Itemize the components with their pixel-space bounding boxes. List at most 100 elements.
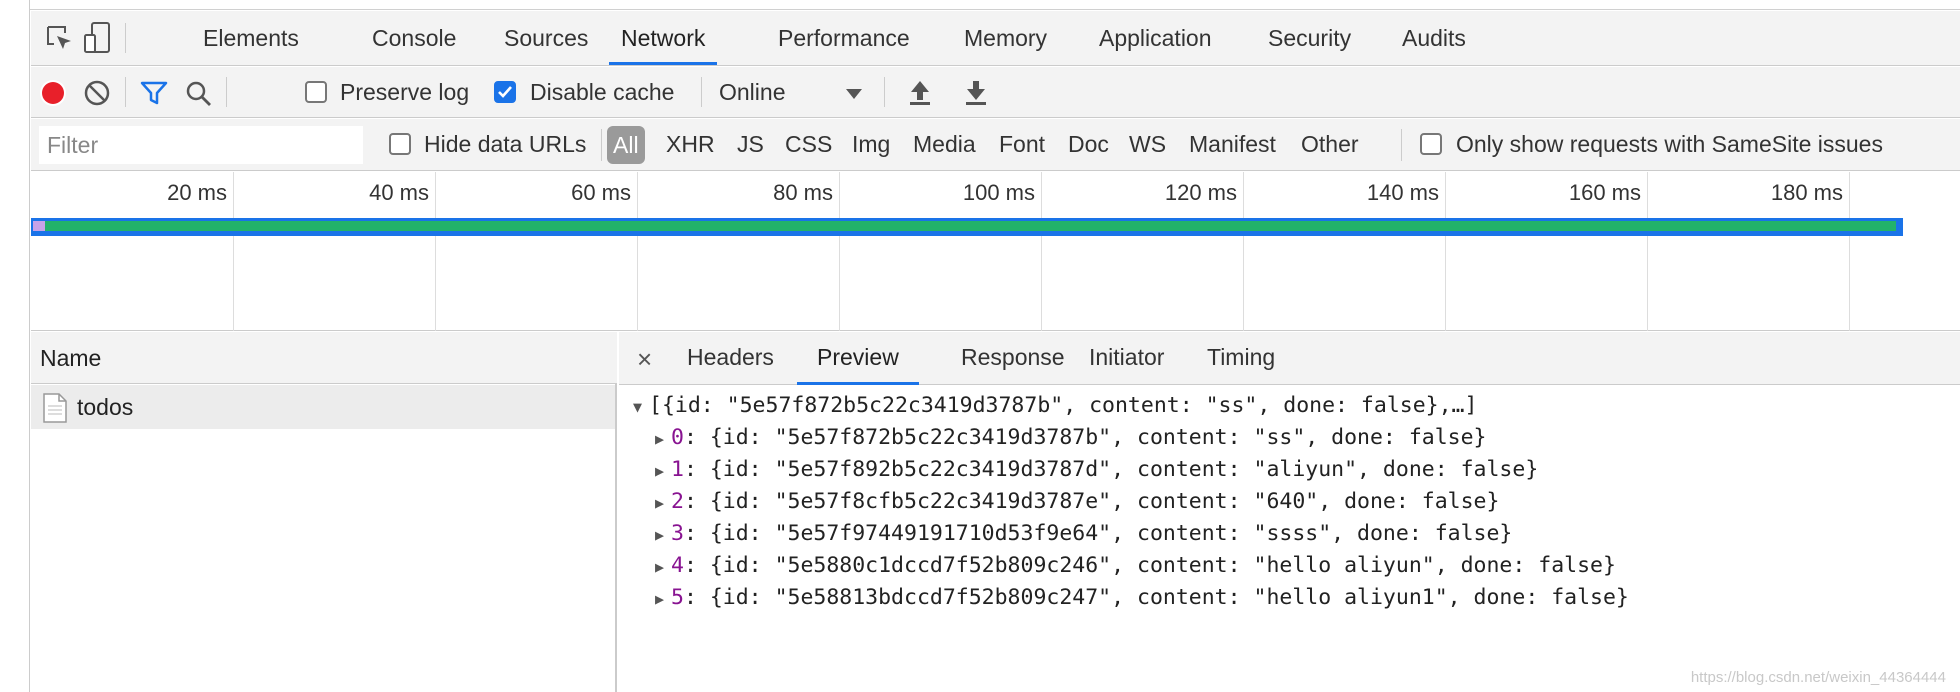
filter-bar: Hide data URLs All XHR JS CSS Img Media Font Do…: [31, 119, 1960, 171]
timeline-tick-label: 40 ms: [369, 180, 429, 205]
chevron-down-icon[interactable]: [845, 87, 863, 105]
device-toolbar-icon[interactable]: [83, 21, 113, 60]
json-key: 0: [671, 425, 684, 450]
detail-tab-initiator[interactable]: Initiator: [1069, 332, 1184, 385]
hide-data-urls-label: Hide data URLs: [424, 131, 587, 157]
export-har-icon[interactable]: [963, 78, 989, 111]
import-har-icon[interactable]: [907, 78, 933, 111]
json-item[interactable]: ▶ 3: {id: "5e57f97449191710d53f9e64", con…: [655, 518, 1512, 550]
filter-type-xhr[interactable]: XHR: [666, 131, 715, 158]
tab-elements[interactable]: Elements: [191, 11, 311, 65]
collapsed-triangle-icon: ▶: [655, 590, 665, 608]
timeline-gridline: [637, 172, 638, 331]
preserve-log-checkbox[interactable]: [305, 81, 327, 103]
timeline-overview[interactable]: 20 ms 40 ms 60 ms 80 ms 100 ms 120 ms 140 ms 16…: [31, 172, 1960, 331]
timeline-tick-label: 160 ms: [1568, 180, 1641, 205]
tab-console[interactable]: Console: [360, 11, 468, 65]
filter-type-doc[interactable]: Doc: [1068, 131, 1109, 158]
json-colon: :: [683, 553, 710, 578]
request-row[interactable]: todos: [31, 385, 615, 429]
tab-network[interactable]: Network: [609, 11, 718, 65]
detail-tab-bar: × Headers Preview Response Initiator Timing: [619, 332, 1960, 385]
samesite-checkbox[interactable]: [1420, 133, 1442, 155]
tab-security[interactable]: Security: [1256, 11, 1363, 65]
filter-type-font[interactable]: Font: [999, 131, 1045, 158]
clear-icon[interactable]: [84, 80, 110, 111]
filter-type-other[interactable]: Other: [1301, 131, 1359, 158]
samesite-label: Only show requests with SameSite issues: [1456, 131, 1883, 157]
filter-type-all[interactable]: All: [607, 126, 645, 164]
hide-data-urls-checkbox[interactable]: [389, 133, 411, 155]
json-value: {id: "5e57f8cfb5c22c3419d3787e", content…: [709, 489, 1500, 514]
json-colon: :: [683, 585, 710, 610]
inspect-element-icon[interactable]: [45, 24, 75, 59]
tab-sources[interactable]: Sources: [492, 11, 600, 65]
json-item[interactable]: ▶ 0: {id: "5e57f872b5c22c3419d3787b", con…: [655, 422, 1487, 454]
page-gutter: [0, 0, 30, 692]
collapsed-triangle-icon: ▶: [655, 526, 665, 544]
detail-tab-headers[interactable]: Headers: [667, 332, 794, 385]
collapsed-triangle-icon: ▶: [655, 462, 665, 480]
collapsed-triangle-icon: ▶: [655, 558, 665, 576]
name-column-header[interactable]: Name: [31, 332, 617, 384]
timeline-tick-label: 140 ms: [1366, 180, 1439, 205]
json-key: 1: [671, 457, 684, 482]
tab-application[interactable]: Application: [1087, 11, 1224, 65]
timeline-tick-label: 60 ms: [571, 180, 631, 205]
devtools-tab-bar: Elements Console Sources Network Performance…: [31, 11, 1960, 66]
json-value: {id: "5e57f97449191710d53f9e64", content…: [709, 521, 1513, 546]
search-icon[interactable]: [185, 80, 213, 113]
detail-tab-timing[interactable]: Timing: [1187, 332, 1295, 385]
json-item[interactable]: ▶ 4: {id: "5e5880c1dccd7f52b809c246", con…: [655, 550, 1616, 582]
toolbar-divider: [125, 77, 126, 107]
window-top-edge: [0, 0, 1960, 10]
json-item[interactable]: ▶ 1: {id: "5e57f892b5c22c3419d3787d", con…: [655, 454, 1538, 486]
timeline-gridline: [1849, 172, 1850, 331]
json-colon: :: [683, 425, 710, 450]
detail-tab-preview[interactable]: Preview: [797, 332, 919, 385]
json-item[interactable]: ▶ 2: {id: "5e57f8cfb5c22c3419d3787e", con…: [655, 486, 1499, 518]
filter-type-img[interactable]: Img: [852, 131, 890, 158]
request-detail: × Headers Preview Response Initiator Timing …: [619, 332, 1960, 692]
json-colon: :: [683, 521, 710, 546]
timeline-gridline: [1647, 172, 1648, 331]
collapsed-triangle-icon: ▶: [655, 430, 665, 448]
request-name: todos: [77, 394, 134, 420]
collapsed-triangle-icon: ▶: [655, 494, 665, 512]
network-toolbar: Preserve log Disable cache Online: [31, 67, 1960, 118]
filter-type-media[interactable]: Media: [913, 131, 976, 158]
json-item[interactable]: ▶ 5: {id: "5e58813bdccd7f52b809c247", con…: [655, 582, 1629, 614]
json-colon: :: [683, 457, 710, 482]
tab-audits[interactable]: Audits: [1390, 11, 1478, 65]
json-value: {id: "5e57f892b5c22c3419d3787d", content…: [709, 457, 1539, 482]
tab-bar-divider: [125, 23, 126, 53]
watermark: https://blog.csdn.net/weixin_44364444: [1690, 669, 1946, 686]
request-list: Name todos: [31, 332, 617, 692]
json-key: 5: [671, 585, 684, 610]
tab-performance[interactable]: Performance: [766, 11, 922, 65]
timeline-gridline: [1445, 172, 1446, 331]
record-icon[interactable]: [39, 79, 67, 112]
preserve-log-label: Preserve log: [340, 79, 470, 105]
disable-cache-checkbox[interactable]: [494, 81, 516, 103]
filter-type-manifest[interactable]: Manifest: [1189, 131, 1276, 158]
filter-icon[interactable]: [140, 80, 168, 111]
timeline-bar-waiting: [33, 221, 45, 231]
timeline-gridline: [839, 172, 840, 331]
json-summary: [{id: "5e57f872b5c22c3419d3787b", conten…: [649, 393, 1478, 418]
filter-type-js[interactable]: JS: [737, 131, 764, 158]
disable-cache-label: Disable cache: [530, 79, 675, 105]
json-root[interactable]: ▼ [{id: "5e57f872b5c22c3419d3787b", conte…: [633, 390, 1477, 422]
timeline-bar-download: [34, 221, 1896, 231]
toolbar-divider: [884, 77, 885, 107]
close-icon[interactable]: ×: [637, 344, 652, 375]
timeline-gridline: [233, 172, 234, 331]
detail-tab-response[interactable]: Response: [941, 332, 1085, 385]
timeline-gridline: [435, 172, 436, 331]
timeline-tick-label: 120 ms: [1164, 180, 1237, 205]
throttling-select[interactable]: Online: [719, 79, 785, 106]
filter-type-css[interactable]: CSS: [785, 131, 832, 158]
filter-type-ws[interactable]: WS: [1129, 131, 1166, 158]
tab-memory[interactable]: Memory: [952, 11, 1059, 65]
filter-input[interactable]: [39, 126, 363, 164]
